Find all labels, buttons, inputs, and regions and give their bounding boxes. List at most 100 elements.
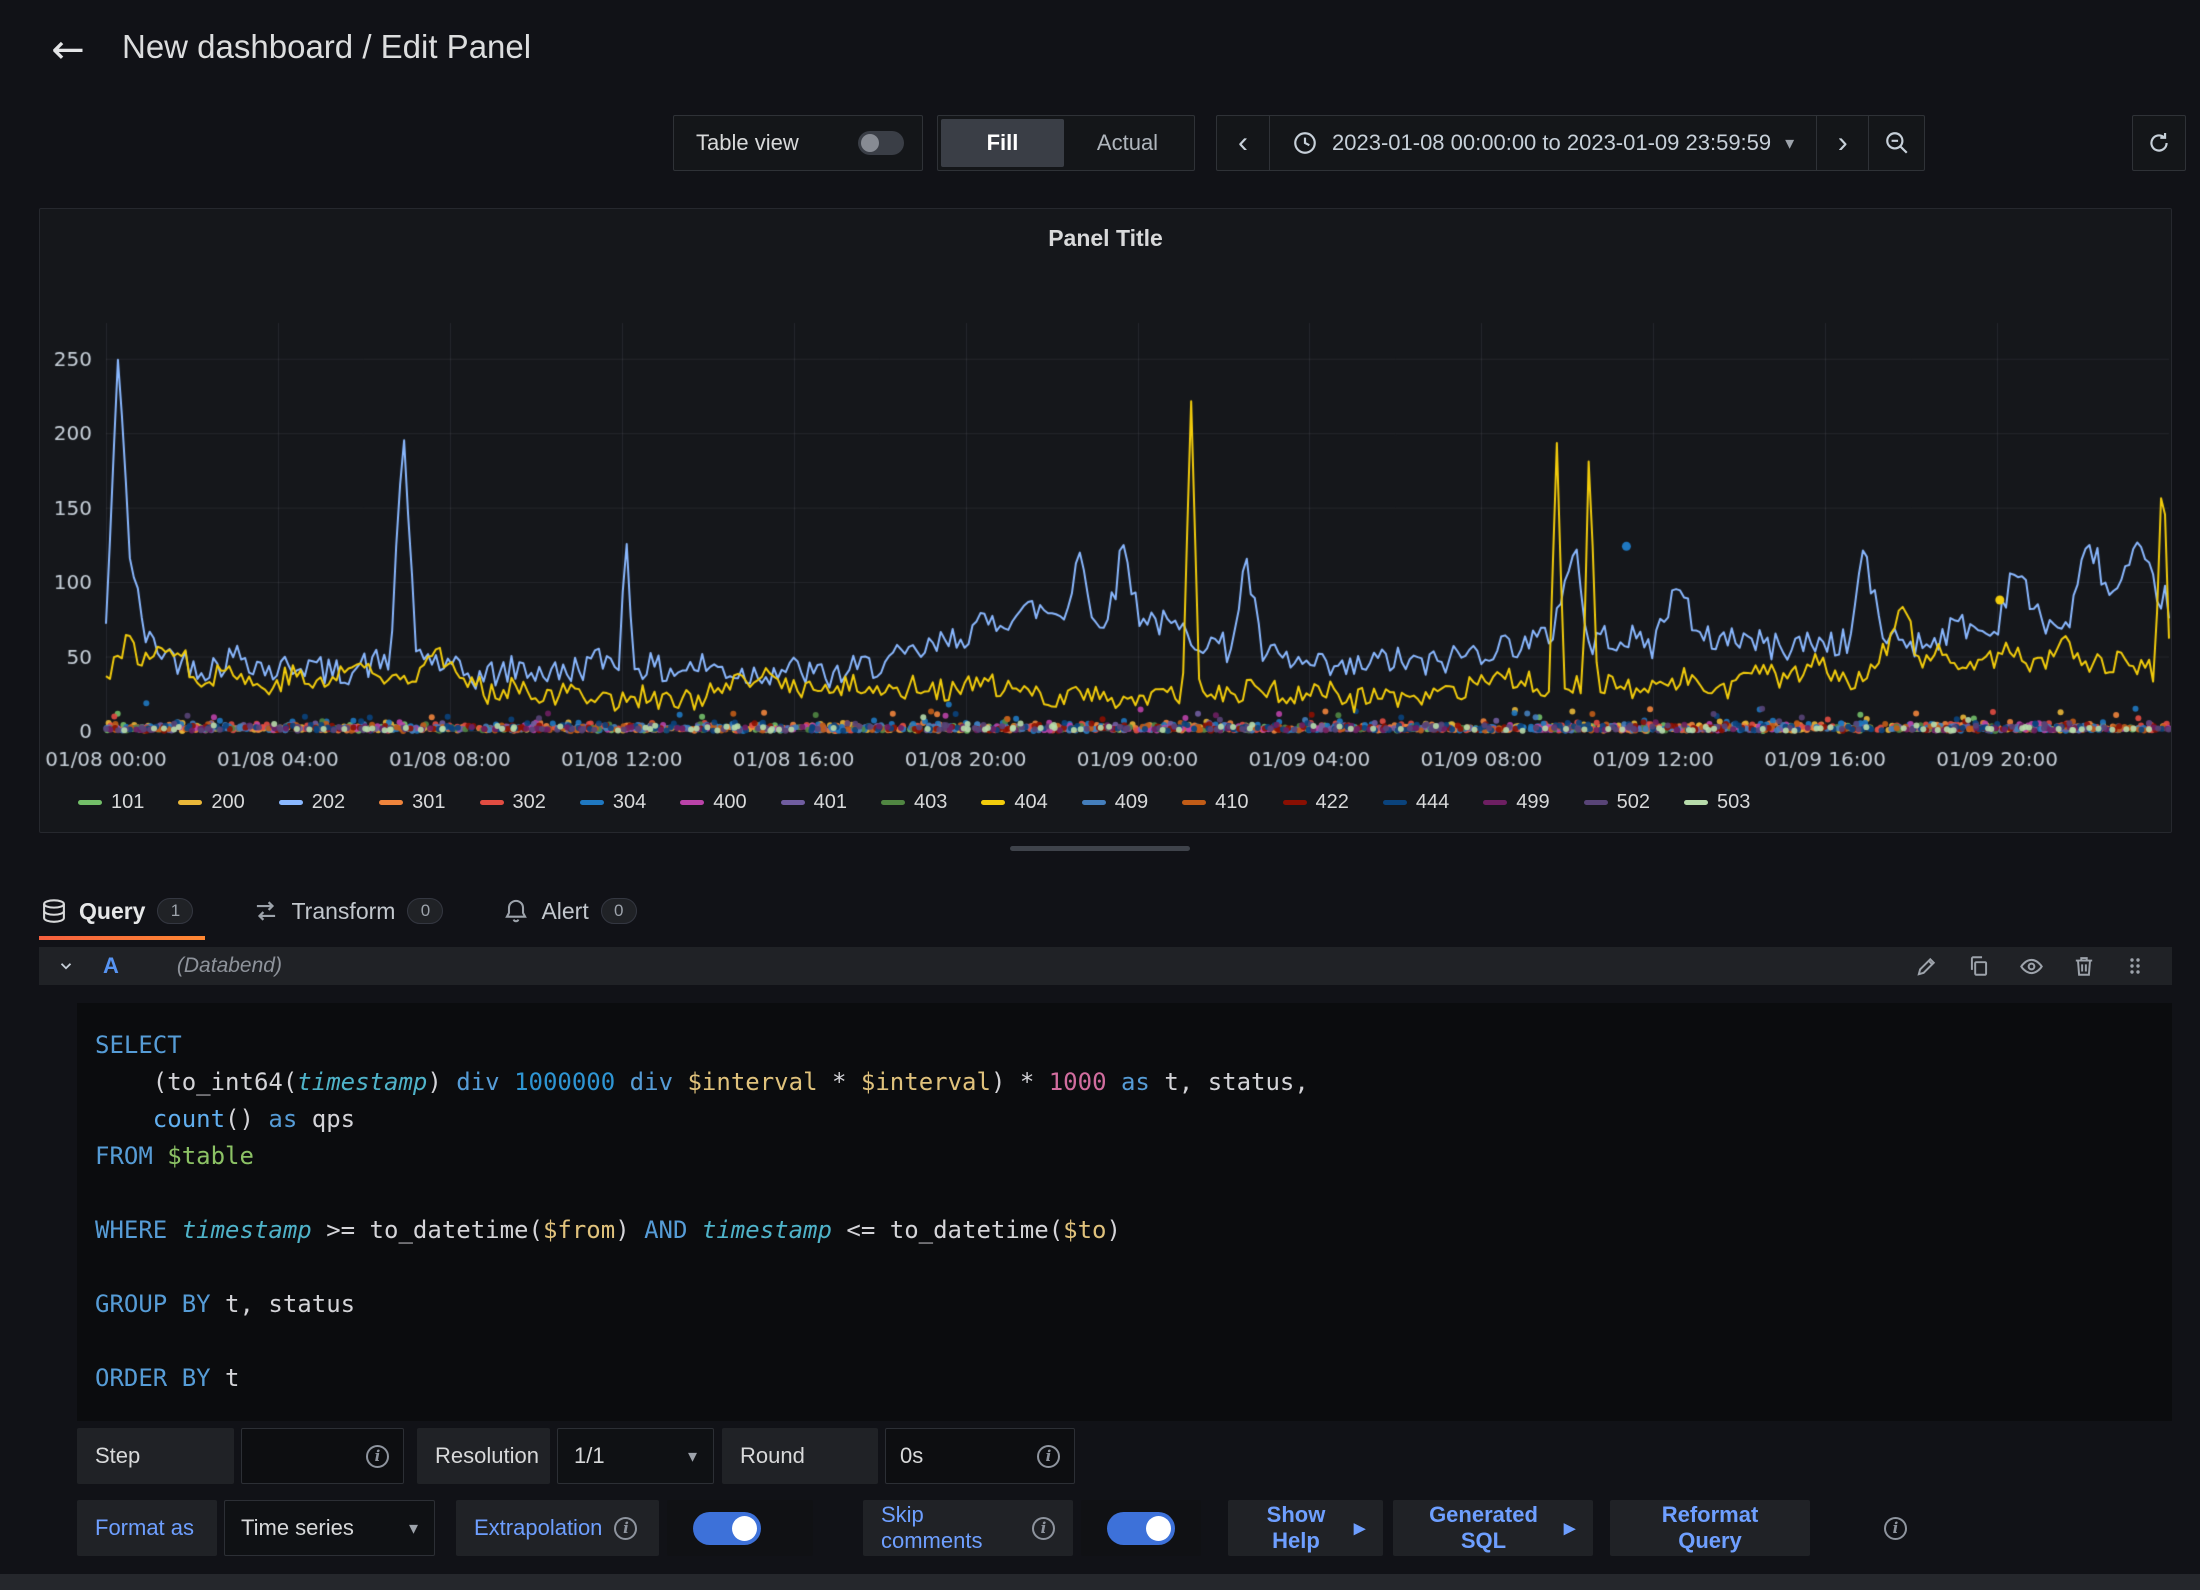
panel-resize-handle[interactable] xyxy=(1010,846,1190,851)
legend-swatch xyxy=(981,800,1005,805)
table-view-toggle-group: Table view xyxy=(673,115,923,171)
caret-down-icon: ▾ xyxy=(1785,133,1794,154)
chevron-left-icon: ‹ xyxy=(1238,126,1248,160)
legend-label: 499 xyxy=(1516,791,1549,814)
legend-label: 503 xyxy=(1717,791,1750,814)
legend-swatch xyxy=(480,800,504,805)
time-picker: ‹ 2023-01-08 00:00:00 to 2023-01-09 23:5… xyxy=(1216,115,1925,171)
actual-button[interactable]: Actual xyxy=(1064,119,1191,167)
resolution-value: 1/1 xyxy=(574,1443,605,1469)
caret-right-icon: ▸ xyxy=(1354,1515,1365,1541)
legend-item[interactable]: 502 xyxy=(1584,791,1650,814)
table-view-label: Table view xyxy=(696,130,799,156)
legend-item[interactable]: 401 xyxy=(781,791,847,814)
tab-query[interactable]: Query 1 xyxy=(39,890,205,940)
query-info: i xyxy=(1884,1500,1907,1556)
sql-line: WHERE timestamp >= to_datetime($from) AN… xyxy=(95,1212,2172,1249)
legend-label: 400 xyxy=(713,791,746,814)
drag-handle[interactable] xyxy=(2124,955,2146,977)
switch-knob xyxy=(732,1516,757,1541)
time-forward-button[interactable]: › xyxy=(1816,116,1868,170)
legend-item[interactable]: 403 xyxy=(881,791,947,814)
caret-right-icon: ▸ xyxy=(1564,1515,1575,1541)
legend-swatch xyxy=(580,800,604,805)
skip-comments-toggle-box xyxy=(1081,1500,1201,1556)
info-icon[interactable]: i xyxy=(614,1517,637,1540)
legend-item[interactable]: 499 xyxy=(1483,791,1549,814)
sql-line: count() as qps xyxy=(95,1101,2172,1138)
back-button[interactable]: ← xyxy=(40,22,96,78)
sql-line: ORDER BY t xyxy=(95,1360,2172,1397)
legend-label: 422 xyxy=(1316,791,1349,814)
timeseries-chart[interactable] xyxy=(40,309,2172,779)
info-icon[interactable]: i xyxy=(366,1445,389,1468)
datasource-name: (Databend) xyxy=(177,954,282,978)
step-input[interactable]: i xyxy=(241,1428,404,1484)
extrapolation-switch[interactable] xyxy=(693,1512,761,1545)
skip-comments-switch[interactable] xyxy=(1107,1512,1175,1545)
transform-icon xyxy=(253,898,279,924)
fill-button[interactable]: Fill xyxy=(941,119,1064,167)
legend-label: 304 xyxy=(613,791,646,814)
round-label: Round xyxy=(722,1428,878,1484)
legend-item[interactable]: 410 xyxy=(1182,791,1248,814)
query-row-header: A (Databend) xyxy=(39,947,2172,985)
panel-title: Panel Title xyxy=(40,225,2171,252)
info-icon[interactable]: i xyxy=(1032,1517,1055,1540)
reformat-query-button[interactable]: Reformat Query xyxy=(1610,1500,1810,1556)
legend-swatch xyxy=(78,800,102,805)
sql-editor[interactable]: SELECT (to_int64(timestamp) div 1000000 … xyxy=(77,1003,2172,1421)
legend-item[interactable]: 422 xyxy=(1283,791,1349,814)
legend-swatch xyxy=(1684,800,1708,805)
sql-line: (to_int64(timestamp) div 1000000 div $in… xyxy=(95,1064,2172,1101)
resolution-label: Resolution xyxy=(417,1428,550,1484)
zoom-out-button[interactable] xyxy=(1868,116,1924,170)
legend-item[interactable]: 301 xyxy=(379,791,445,814)
round-input[interactable]: 0s i xyxy=(885,1428,1075,1484)
refresh-icon xyxy=(2146,130,2172,156)
legend-swatch xyxy=(178,800,202,805)
legend-item[interactable]: 101 xyxy=(78,791,144,814)
legend-item[interactable]: 503 xyxy=(1684,791,1750,814)
legend-label: 302 xyxy=(513,791,546,814)
chart-legend: 101 200 202 301 302 304 400 401 403 404 409 410 422 4… xyxy=(78,787,2161,817)
collapse-chevron-icon[interactable] xyxy=(57,957,75,975)
resolution-select[interactable]: 1/1 ▾ xyxy=(557,1428,714,1484)
tab-transform[interactable]: Transform 0 xyxy=(251,890,455,940)
legend-label: 202 xyxy=(312,791,345,814)
delete-query-button[interactable] xyxy=(2072,954,2096,978)
time-range-text: 2023-01-08 00:00:00 to 2023-01-09 23:59:… xyxy=(1332,130,1771,156)
legend-item[interactable]: 444 xyxy=(1383,791,1449,814)
refresh-button[interactable] xyxy=(2132,115,2186,171)
chevron-right-icon: › xyxy=(1838,126,1848,160)
generated-sql-button[interactable]: Generated SQL▸ xyxy=(1393,1500,1593,1556)
switch-knob xyxy=(1146,1516,1171,1541)
sql-line: SELECT xyxy=(95,1027,2172,1064)
time-range-button[interactable]: 2023-01-08 00:00:00 to 2023-01-09 23:59:… xyxy=(1269,116,1816,170)
info-icon[interactable]: i xyxy=(1884,1517,1907,1540)
round-value: 0s xyxy=(900,1443,923,1469)
format-as-select[interactable]: Time series ▾ xyxy=(224,1500,435,1556)
legend-label: 444 xyxy=(1416,791,1449,814)
legend-item[interactable]: 400 xyxy=(680,791,746,814)
tab-alert[interactable]: Alert 0 xyxy=(501,890,648,940)
show-help-button[interactable]: Show Help▸ xyxy=(1228,1500,1383,1556)
legend-item[interactable]: 200 xyxy=(178,791,244,814)
legend-item[interactable]: 409 xyxy=(1082,791,1148,814)
legend-label: 401 xyxy=(814,791,847,814)
eye-icon xyxy=(2019,954,2044,979)
duplicate-query-button[interactable] xyxy=(1967,954,1991,978)
extrapolation-label: Extrapolation i xyxy=(456,1500,659,1556)
legend-label: 200 xyxy=(211,791,244,814)
query-ref-id: A xyxy=(103,953,119,979)
edit-query-button[interactable] xyxy=(1915,954,1939,978)
legend-label: 409 xyxy=(1115,791,1148,814)
toggle-visibility-button[interactable] xyxy=(2019,954,2044,979)
legend-item[interactable]: 404 xyxy=(981,791,1047,814)
info-icon[interactable]: i xyxy=(1037,1445,1060,1468)
table-view-switch[interactable] xyxy=(858,131,904,155)
time-back-button[interactable]: ‹ xyxy=(1217,116,1269,170)
legend-item[interactable]: 202 xyxy=(279,791,345,814)
legend-item[interactable]: 302 xyxy=(480,791,546,814)
legend-item[interactable]: 304 xyxy=(580,791,646,814)
